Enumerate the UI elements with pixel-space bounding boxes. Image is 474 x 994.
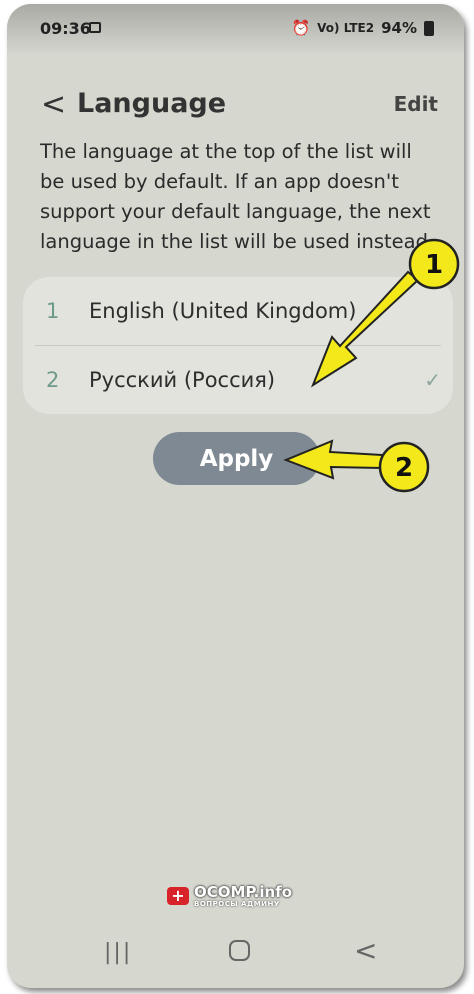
annotation-arrow-2 <box>283 439 383 480</box>
annotation-overlay: 1 2 <box>283 238 460 493</box>
annotation-label-1: 1 <box>425 250 443 280</box>
annotation-label-2: 2 <box>395 453 413 483</box>
annotation-arrow-1 <box>310 270 420 388</box>
annotation-badge-1: 1 <box>408 238 460 290</box>
annotation-badge-2: 2 <box>378 441 430 493</box>
